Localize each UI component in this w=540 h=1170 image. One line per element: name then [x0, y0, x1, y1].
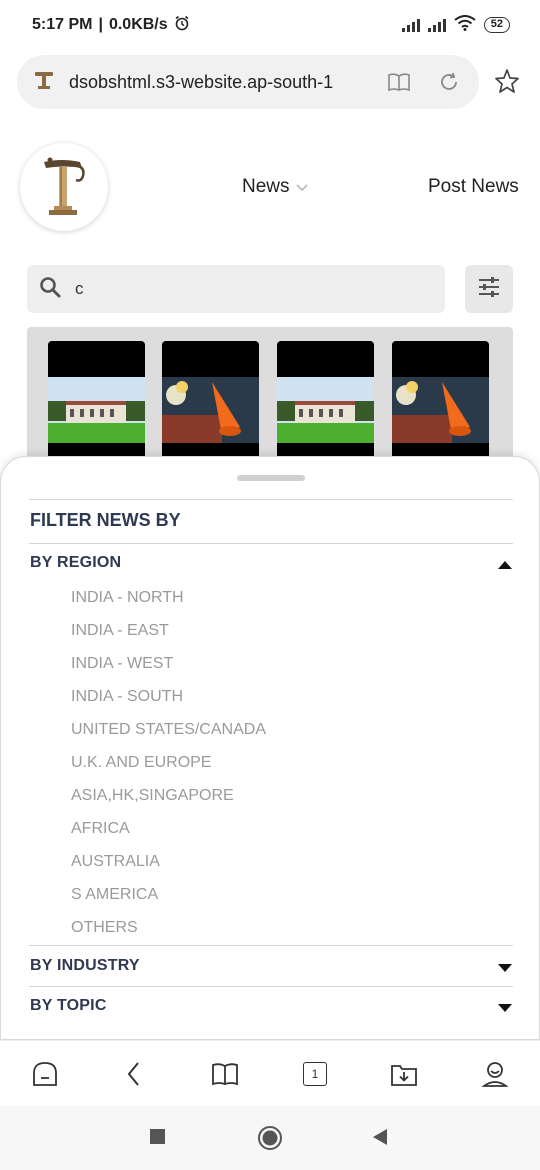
filter-settings-button[interactable] [465, 265, 513, 313]
lamp-logo-icon [44, 157, 85, 215]
divider [29, 945, 513, 946]
nav-post-news[interactable]: Post News [428, 176, 519, 198]
android-nav-bar [0, 1106, 540, 1170]
region-list: INDIA - NORTH INDIA - EAST INDIA - WEST … [71, 587, 266, 950]
reload-icon[interactable] [435, 71, 463, 93]
alarm-icon [174, 15, 190, 36]
bookmarks-icon[interactable] [210, 1059, 240, 1089]
status-bar: 5:17 PM | 0.0KB/s 52 [0, 0, 540, 50]
caret-up-icon[interactable] [498, 561, 512, 569]
wifi-icon [454, 14, 476, 36]
search-value: c [75, 279, 84, 298]
caret-down-icon[interactable] [498, 1004, 512, 1012]
sheet-drag-handle[interactable] [237, 475, 305, 481]
by-region-toggle[interactable]: BY REGION [30, 554, 121, 572]
region-option[interactable]: UNITED STATES/CANADA [71, 719, 266, 752]
filter-title: FILTER NEWS BY [30, 510, 181, 530]
region-option[interactable]: INDIA - SOUTH [71, 686, 266, 719]
divider [29, 499, 513, 500]
address-bar[interactable]: dsobshtml.s3-website.ap-south-1 [17, 55, 479, 109]
by-industry-toggle[interactable]: BY INDUSTRY [30, 957, 140, 975]
back-icon[interactable] [119, 1059, 149, 1089]
news-thumbnail[interactable] [162, 341, 259, 467]
url-text[interactable]: dsobshtml.s3-website.ap-south-1 [69, 72, 363, 93]
signal-icon [427, 18, 446, 32]
region-option[interactable]: AFRICA [71, 818, 266, 851]
tab-count: 1 [303, 1062, 327, 1086]
site-logo[interactable] [20, 143, 108, 231]
nav-news-label: News [242, 176, 290, 197]
status-time: 5:17 PM [32, 16, 93, 33]
sliders-icon [477, 276, 501, 303]
network-speed: 0.0KB/s [108, 16, 168, 33]
building-lawn-photo [48, 377, 145, 443]
chevron-down-icon [295, 176, 308, 198]
region-option[interactable]: U.K. AND EUROPE [71, 752, 266, 785]
region-option[interactable]: INDIA - WEST [71, 653, 266, 686]
orange-megaphone-photo [392, 377, 489, 443]
filter-bottom-sheet: FILTER NEWS BY BY REGION INDIA - NORTH I… [0, 456, 540, 1040]
battery-icon: 52 [483, 17, 510, 33]
downloads-icon[interactable] [389, 1059, 419, 1089]
orange-megaphone-photo [162, 377, 259, 443]
region-option[interactable]: S AMERICA [71, 884, 266, 917]
search-icon [39, 276, 61, 303]
region-option[interactable]: AUSTRALIA [71, 851, 266, 884]
news-thumbnail[interactable] [392, 341, 489, 467]
region-option[interactable]: ASIA,HK,SINGAPORE [71, 785, 266, 818]
search-input[interactable]: c [27, 265, 445, 313]
recent-apps-icon[interactable] [149, 1128, 166, 1150]
nav-news-dropdown[interactable]: News [242, 176, 308, 198]
divider [29, 986, 513, 987]
site-logo-icon [33, 69, 55, 96]
status-divider: | [98, 16, 103, 33]
browser-toolbar: 1 [0, 1040, 540, 1106]
region-option[interactable]: INDIA - NORTH [71, 587, 266, 620]
back-triangle-icon[interactable] [371, 1128, 389, 1151]
news-thumbnail[interactable] [48, 341, 145, 467]
by-topic-toggle[interactable]: BY TOPIC [30, 997, 107, 1015]
status-right: 52 [401, 14, 510, 36]
status-left: 5:17 PM | 0.0KB/s [32, 15, 190, 36]
divider [29, 543, 513, 544]
bookmark-star-icon[interactable] [494, 68, 520, 99]
news-thumbnail[interactable] [277, 341, 374, 467]
caret-down-icon[interactable] [498, 964, 512, 972]
tabs-icon[interactable]: 1 [300, 1059, 330, 1089]
region-option[interactable]: INDIA - EAST [71, 620, 266, 653]
profile-icon[interactable] [480, 1059, 510, 1089]
signal-icon [401, 18, 420, 32]
home-icon[interactable] [30, 1059, 60, 1089]
news-thumbnail-strip [27, 327, 513, 467]
reader-mode-icon[interactable] [385, 72, 413, 92]
building-lawn-photo [277, 377, 374, 443]
home-button-icon[interactable] [257, 1125, 283, 1156]
